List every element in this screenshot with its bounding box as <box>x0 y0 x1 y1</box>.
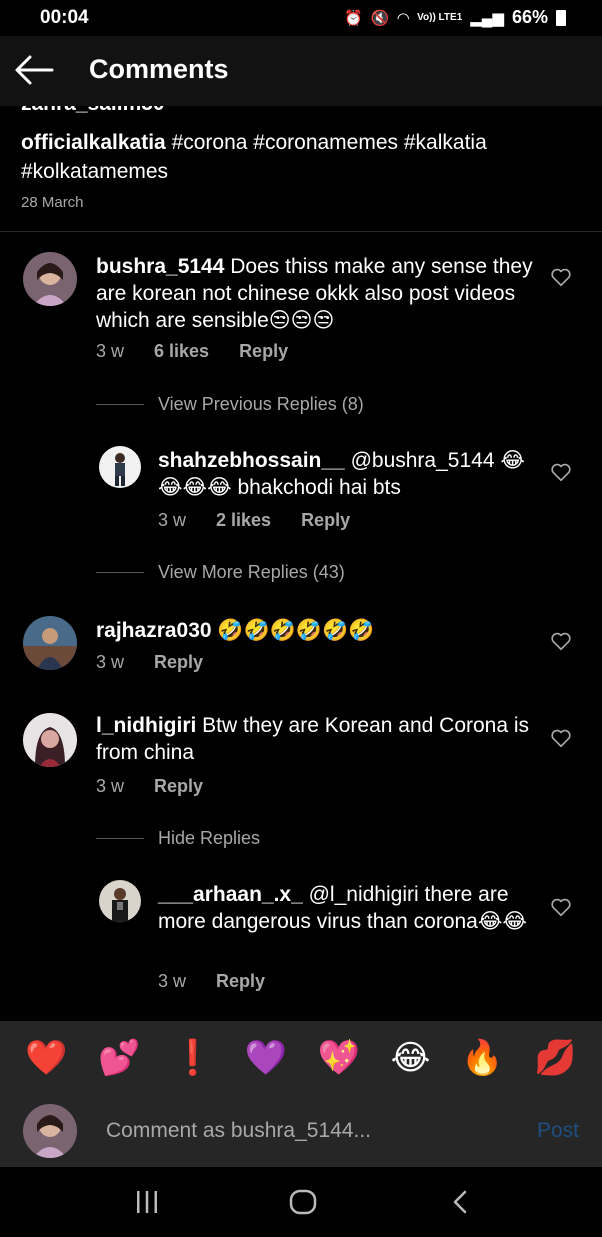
kiss-emoji-button[interactable]: 💋 <box>534 1041 576 1075</box>
thread-line <box>96 838 144 839</box>
avatar[interactable] <box>99 880 141 922</box>
comment-meta: 3 w Reply <box>158 971 265 992</box>
status-icons: ⏰ 🔇 ◠ Vo)) LTE1 ▂▄▆ 66% <box>344 7 566 28</box>
home-icon[interactable] <box>289 1189 317 1215</box>
avatar[interactable] <box>99 446 141 488</box>
emoji-reaction-bar: ❤️ 💕 ❗ 💜 💖 😂 🔥 💋 <box>0 1021 602 1095</box>
comment-input[interactable]: Comment as bushra_5144... <box>106 1119 371 1143</box>
thread-label[interactable]: Hide Replies <box>158 828 260 849</box>
comment-username[interactable]: bushra_5144 <box>96 255 224 278</box>
comment-text: rajhazra030 🤣🤣🤣🤣🤣🤣 <box>96 617 536 644</box>
caption-author-cut[interactable]: zahra_salim30 <box>21 106 165 116</box>
comment-username[interactable]: shahzebhossain__ <box>158 449 345 472</box>
comment-text: shahzebhossain__ @bushra_5144 😂😂😂😂 bhakc… <box>158 447 533 501</box>
reply-button[interactable]: Reply <box>154 652 203 673</box>
thread-line <box>96 404 144 405</box>
thread-label[interactable]: View More Replies (43) <box>158 562 345 583</box>
comment-text: bushra_5144 Does thiss make any sense th… <box>96 253 536 334</box>
view-more-replies[interactable]: View More Replies (43) <box>96 562 345 583</box>
reply-button[interactable]: Reply <box>239 341 288 362</box>
hide-replies[interactable]: Hide Replies <box>96 828 260 849</box>
thread-label[interactable]: View Previous Replies (8) <box>158 394 364 415</box>
reply-button[interactable]: Reply <box>154 776 203 797</box>
alarm-icon: ⏰ <box>344 9 363 27</box>
comment-likes[interactable]: 2 likes <box>216 510 271 531</box>
sparkling-heart-emoji-button[interactable]: 💖 <box>318 1041 360 1075</box>
wifi-icon: ◠ <box>397 9 410 27</box>
comment-meta: 3 w 2 likes Reply <box>158 510 350 531</box>
comment-likes[interactable]: 6 likes <box>154 341 209 362</box>
comment-username[interactable]: ___arhaan_.x_ <box>158 883 303 906</box>
page-title: Comments <box>89 54 229 84</box>
like-heart-icon[interactable] <box>550 461 572 483</box>
avatar[interactable] <box>23 616 77 670</box>
like-heart-icon[interactable] <box>550 896 572 918</box>
status-time: 00:04 <box>40 7 89 28</box>
battery-icon <box>556 9 566 26</box>
caption-text: officialkalkatia #corona #coronamemes #k… <box>21 128 581 186</box>
exclamation-emoji-button[interactable]: ❗ <box>171 1041 213 1075</box>
like-heart-icon[interactable] <box>550 727 572 749</box>
comment-meta: 3 w 6 likes Reply <box>96 341 288 362</box>
recent-apps-icon[interactable] <box>134 1189 160 1215</box>
comment-time: 3 w <box>158 971 187 991</box>
comment-text: l_nidhigiri Btw they are Korean and Coro… <box>96 712 536 766</box>
like-heart-icon[interactable] <box>550 266 572 288</box>
like-heart-icon[interactable] <box>550 630 572 652</box>
comment-time: 3 w <box>158 510 187 530</box>
caption-username[interactable]: officialkalkatia <box>21 131 166 154</box>
avatar[interactable] <box>23 713 77 767</box>
mute-icon: 🔇 <box>370 9 390 27</box>
system-nav-bar <box>0 1167 602 1237</box>
comment-text: ___arhaan_.x_ @l_nidhigiri there are mor… <box>158 881 533 935</box>
comment-body: 🤣🤣🤣🤣🤣🤣 <box>211 619 375 642</box>
fire-emoji-button[interactable]: 🔥 <box>461 1041 503 1075</box>
joy-emoji-button[interactable]: 😂 <box>391 1041 431 1075</box>
signal-icon: ▂▄▆ <box>470 9 504 27</box>
reply-button[interactable]: Reply <box>216 971 265 992</box>
top-app-bar: Comments <box>0 36 602 106</box>
comment-username[interactable]: l_nidhigiri <box>96 714 196 737</box>
back-arrow-icon[interactable] <box>14 54 54 86</box>
comment-composer: Comment as bushra_5144... Post <box>0 1095 602 1167</box>
comment-meta: 3 w Reply <box>96 652 203 673</box>
comment-meta: 3 w Reply <box>96 776 203 797</box>
battery-percent: 66% <box>511 7 548 27</box>
view-previous-replies[interactable]: View Previous Replies (8) <box>96 394 364 415</box>
status-bar: 00:04 ⏰ 🔇 ◠ Vo)) LTE1 ▂▄▆ 66% <box>0 0 602 36</box>
network-label: Vo)) LTE1 <box>417 12 463 23</box>
reply-button[interactable]: Reply <box>301 510 350 531</box>
red-heart-emoji-button[interactable]: ❤️ <box>25 1041 67 1075</box>
avatar[interactable] <box>23 252 77 306</box>
post-button[interactable]: Post <box>537 1119 579 1143</box>
two-hearts-emoji-button[interactable]: 💕 <box>98 1041 140 1075</box>
post-caption: zahra_salim30 officialkalkatia #corona #… <box>0 106 602 231</box>
back-nav-icon[interactable] <box>450 1189 470 1215</box>
avatar <box>23 1104 77 1158</box>
thread-line <box>96 572 144 573</box>
divider <box>0 231 602 232</box>
comment-time: 3 w <box>96 776 125 796</box>
purple-heart-emoji-button[interactable]: 💜 <box>245 1041 287 1075</box>
comment-time: 3 w <box>96 341 125 361</box>
comment-time: 3 w <box>96 652 125 672</box>
caption-date: 28 March <box>21 194 84 211</box>
comment-username[interactable]: rajhazra030 <box>96 619 212 642</box>
